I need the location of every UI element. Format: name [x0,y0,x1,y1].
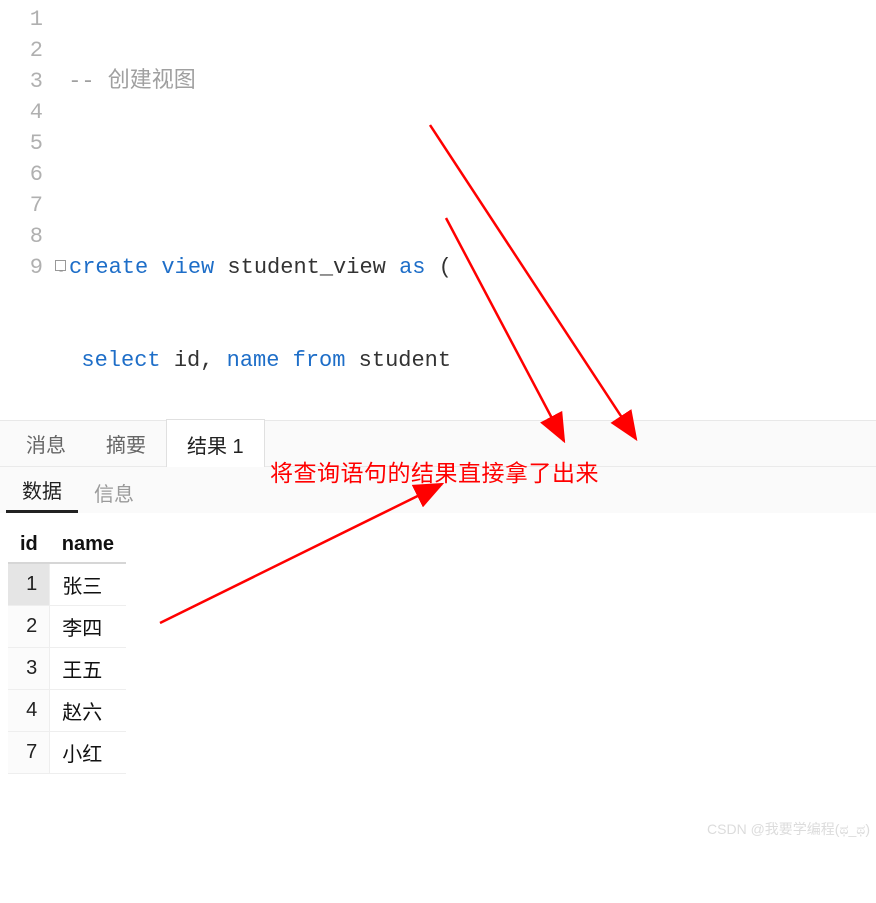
line-no: 3 [0,66,43,97]
ident-table: student [345,348,451,373]
cell-id: 3 [8,648,50,690]
table-row[interactable]: 1 张三 [8,563,126,606]
annotation-label: 将查询语句的结果直接拿了出来 [270,454,599,488]
cell-name: 李四 [50,606,126,648]
line-no: 2 [0,35,43,66]
kw-create: create [69,255,148,280]
line-no: 8 [0,221,43,252]
comment-text: -- 创建视图 [68,69,196,94]
subtab-info[interactable]: 信息 [78,468,150,513]
tab-messages[interactable]: 消息 [6,419,86,466]
subtab-data[interactable]: 数据 [6,465,78,513]
tab-result-1[interactable]: 结果 1 [166,419,265,467]
table-row[interactable]: 2 李四 [8,606,126,648]
ident-viewname: student_view [214,255,399,280]
kw-view: view [161,255,214,280]
cell-id: 7 [8,732,50,774]
table-row[interactable]: 3 王五 [8,648,126,690]
line-no: 4 [0,97,43,128]
line-number-gutter: 1 2 3 4 5 6 7 8 9 [0,0,55,420]
cell-id: 1 [8,563,50,606]
line-no: 9 [0,252,43,283]
cell-name: 王五 [50,648,126,690]
kw-select: select [81,348,160,373]
cols: id, [161,348,227,373]
cell-name: 小红 [50,732,126,774]
result-table[interactable]: id name 1 张三 2 李四 3 王五 4 赵六 7 小红 [8,527,126,774]
watermark: CSDN @我要学编程(ಥ_ಥ) [707,819,870,839]
table-row[interactable]: 7 小红 [8,732,126,774]
cell-id: 4 [8,690,50,732]
cell-name: 赵六 [50,690,126,732]
col-name[interactable]: name [50,527,126,563]
sql-editor[interactable]: 1 2 3 4 5 6 7 8 9 -- 创建视图 create view st… [0,0,876,420]
line-no: 6 [0,159,43,190]
tab-summary[interactable]: 摘要 [86,419,166,466]
table-row[interactable]: 4 赵六 [8,690,126,732]
line-no: 5 [0,128,43,159]
paren-open: ( [425,255,451,280]
kw-name: name [227,348,280,373]
fold-icon[interactable] [55,260,66,271]
kw-from: from [279,348,345,373]
line-no: 1 [0,4,43,35]
col-id[interactable]: id [8,527,50,563]
kw-as: as [399,255,425,280]
cell-name: 张三 [50,563,126,606]
cell-id: 2 [8,606,50,648]
line-no: 7 [0,190,43,221]
code-area[interactable]: -- 创建视图 create view student_view as ( se… [55,0,876,420]
